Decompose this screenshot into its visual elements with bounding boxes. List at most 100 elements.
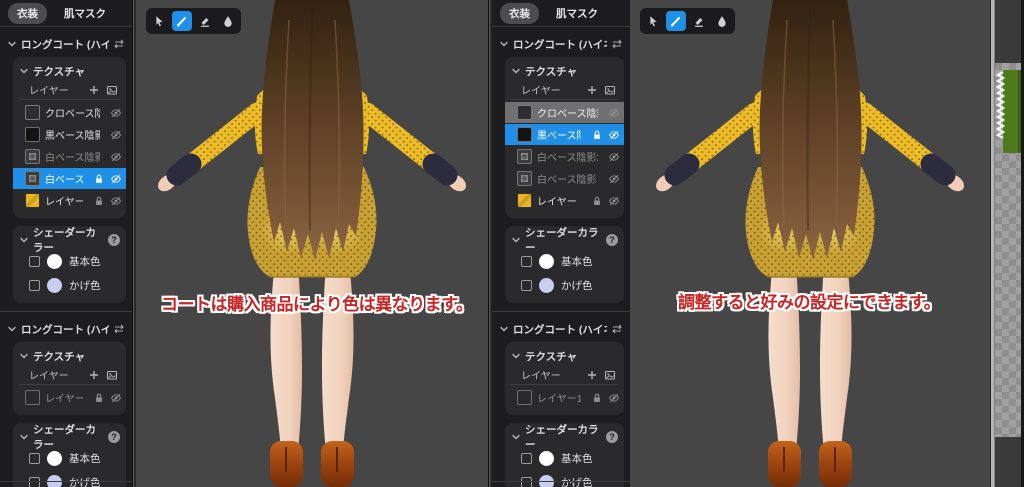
layer-thumbnail[interactable] xyxy=(517,105,532,120)
new-image-icon[interactable] xyxy=(603,368,616,381)
texture-header[interactable]: テクスチャ xyxy=(19,62,120,80)
color-checkbox[interactable] xyxy=(521,452,532,464)
lock-icon[interactable] xyxy=(93,195,105,207)
select-tool-button[interactable] xyxy=(643,11,663,31)
layer-thumbnail[interactable] xyxy=(517,390,532,405)
shader-color-title: シェーダーカラー xyxy=(525,424,599,451)
texture-header[interactable]: テクスチャ xyxy=(511,62,618,80)
texture-canvas-panel[interactable] xyxy=(990,0,1021,487)
color-swatch[interactable] xyxy=(539,277,554,293)
layer-row[interactable]: 黒ベース陰影 xyxy=(13,124,126,145)
eye-off-icon[interactable] xyxy=(110,392,122,404)
select-tool-button[interactable] xyxy=(149,11,169,31)
swap-icon[interactable] xyxy=(611,323,623,335)
brush-tool-button[interactable] xyxy=(666,11,686,31)
shader-color-header[interactable]: シェーダーカラー? xyxy=(511,424,618,451)
tab-costume[interactable]: 衣装 xyxy=(500,2,539,24)
color-checkbox[interactable] xyxy=(521,279,532,291)
layer-row[interactable]: レイヤー1 xyxy=(505,387,624,408)
layer-row[interactable]: クロベース陰影 2 xyxy=(505,102,624,123)
new-image-icon[interactable] xyxy=(105,368,118,381)
layer-thumbnail[interactable] xyxy=(517,171,532,186)
layer-thumbnail[interactable] xyxy=(517,193,532,208)
lock-icon[interactable] xyxy=(591,129,603,141)
color-checkbox[interactable] xyxy=(29,452,40,464)
color-swatch[interactable] xyxy=(47,253,62,269)
layer-thumbnail[interactable] xyxy=(25,193,40,208)
model-viewport-left[interactable]: コートは購入商品により色は異なります。 xyxy=(136,0,488,487)
shader-color-header[interactable]: シェーダーカラー? xyxy=(19,227,120,254)
costume-item-header[interactable]: ロングコート (ハイネッ xyxy=(0,318,132,340)
color-swatch[interactable] xyxy=(47,450,62,466)
tab-skin-mask[interactable]: 肌マスク xyxy=(55,3,115,24)
eye-off-icon[interactable] xyxy=(608,107,620,119)
eye-off-icon[interactable] xyxy=(110,129,122,141)
layer-row[interactable]: クロベース陰影 2 xyxy=(13,102,126,123)
character-model-back-view[interactable] xyxy=(136,0,488,487)
help-icon[interactable]: ? xyxy=(108,431,120,443)
tab-costume[interactable]: 衣装 xyxy=(8,2,47,24)
layer-row[interactable]: レイヤー1 xyxy=(13,387,126,408)
layer-thumbnail[interactable] xyxy=(25,127,40,142)
eye-off-icon[interactable] xyxy=(608,151,620,163)
eraser-tool-button[interactable] xyxy=(689,11,709,31)
plus-icon[interactable] xyxy=(585,368,598,381)
layer-row[interactable]: レイヤー xyxy=(13,190,126,211)
model-viewport-right[interactable]: 調整すると好みの設定にできます。 xyxy=(630,0,990,487)
shader-color-header[interactable]: シェーダーカラー? xyxy=(19,424,120,451)
help-icon[interactable]: ? xyxy=(108,234,120,246)
blur-tool-button[interactable] xyxy=(712,11,732,31)
layer-row[interactable]: 黒ベース陰影 xyxy=(505,124,624,145)
layer-row[interactable]: 白ベース陰影 xyxy=(505,168,624,189)
lock-icon[interactable] xyxy=(591,195,603,207)
eraser-tool-button[interactable] xyxy=(195,11,215,31)
lock-icon[interactable] xyxy=(591,392,603,404)
costume-item-header[interactable]: ロングコート (ハイネッ xyxy=(492,33,630,55)
layer-thumbnail[interactable] xyxy=(25,171,40,186)
plus-icon[interactable] xyxy=(87,83,100,96)
lock-icon[interactable] xyxy=(93,173,105,185)
blur-tool-button[interactable] xyxy=(218,11,238,31)
layer-row[interactable]: 白ベース陰影 xyxy=(13,168,126,189)
new-image-icon[interactable] xyxy=(105,83,118,96)
layer-thumbnail[interactable] xyxy=(517,127,532,142)
swap-icon[interactable] xyxy=(113,38,125,50)
eye-off-icon[interactable] xyxy=(608,195,620,207)
eye-off-icon[interactable] xyxy=(110,195,122,207)
color-checkbox[interactable] xyxy=(29,279,40,291)
new-image-icon[interactable] xyxy=(603,83,616,96)
plus-icon[interactable] xyxy=(585,83,598,96)
color-checkbox[interactable] xyxy=(29,255,40,267)
eye-off-icon[interactable] xyxy=(608,129,620,141)
swap-icon[interactable] xyxy=(611,38,623,50)
help-icon[interactable]: ? xyxy=(606,234,618,246)
color-swatch[interactable] xyxy=(539,253,554,269)
layer-row[interactable]: 白ベース陰影2 xyxy=(13,146,126,167)
layer-row[interactable]: レイヤー xyxy=(505,190,624,211)
swap-icon[interactable] xyxy=(113,323,125,335)
plus-icon[interactable] xyxy=(87,368,100,381)
color-swatch[interactable] xyxy=(539,450,554,466)
help-icon[interactable]: ? xyxy=(606,431,618,443)
eye-off-icon[interactable] xyxy=(110,151,122,163)
tab-skin-mask[interactable]: 肌マスク xyxy=(547,3,607,24)
texture-header[interactable]: テクスチャ xyxy=(511,347,618,365)
lock-icon[interactable] xyxy=(93,392,105,404)
costume-item-header[interactable]: ロングコート (ハイネッ xyxy=(0,33,132,55)
brush-tool-button[interactable] xyxy=(172,11,192,31)
layer-thumbnail[interactable] xyxy=(25,149,40,164)
shader-color-header[interactable]: シェーダーカラー? xyxy=(511,227,618,254)
layer-thumbnail[interactable] xyxy=(25,105,40,120)
eye-off-icon[interactable] xyxy=(608,173,620,185)
character-model-back-view[interactable] xyxy=(630,0,990,487)
eye-off-icon[interactable] xyxy=(110,107,122,119)
layer-thumbnail[interactable] xyxy=(25,390,40,405)
texture-header[interactable]: テクスチャ xyxy=(19,347,120,365)
costume-item-header[interactable]: ロングコート (ハイネッ xyxy=(492,318,630,340)
eye-off-icon[interactable] xyxy=(110,173,122,185)
color-swatch[interactable] xyxy=(47,277,62,293)
layer-thumbnail[interactable] xyxy=(517,149,532,164)
layer-row[interactable]: 白ベース陰影2 xyxy=(505,146,624,167)
eye-off-icon[interactable] xyxy=(608,392,620,404)
color-checkbox[interactable] xyxy=(521,255,532,267)
